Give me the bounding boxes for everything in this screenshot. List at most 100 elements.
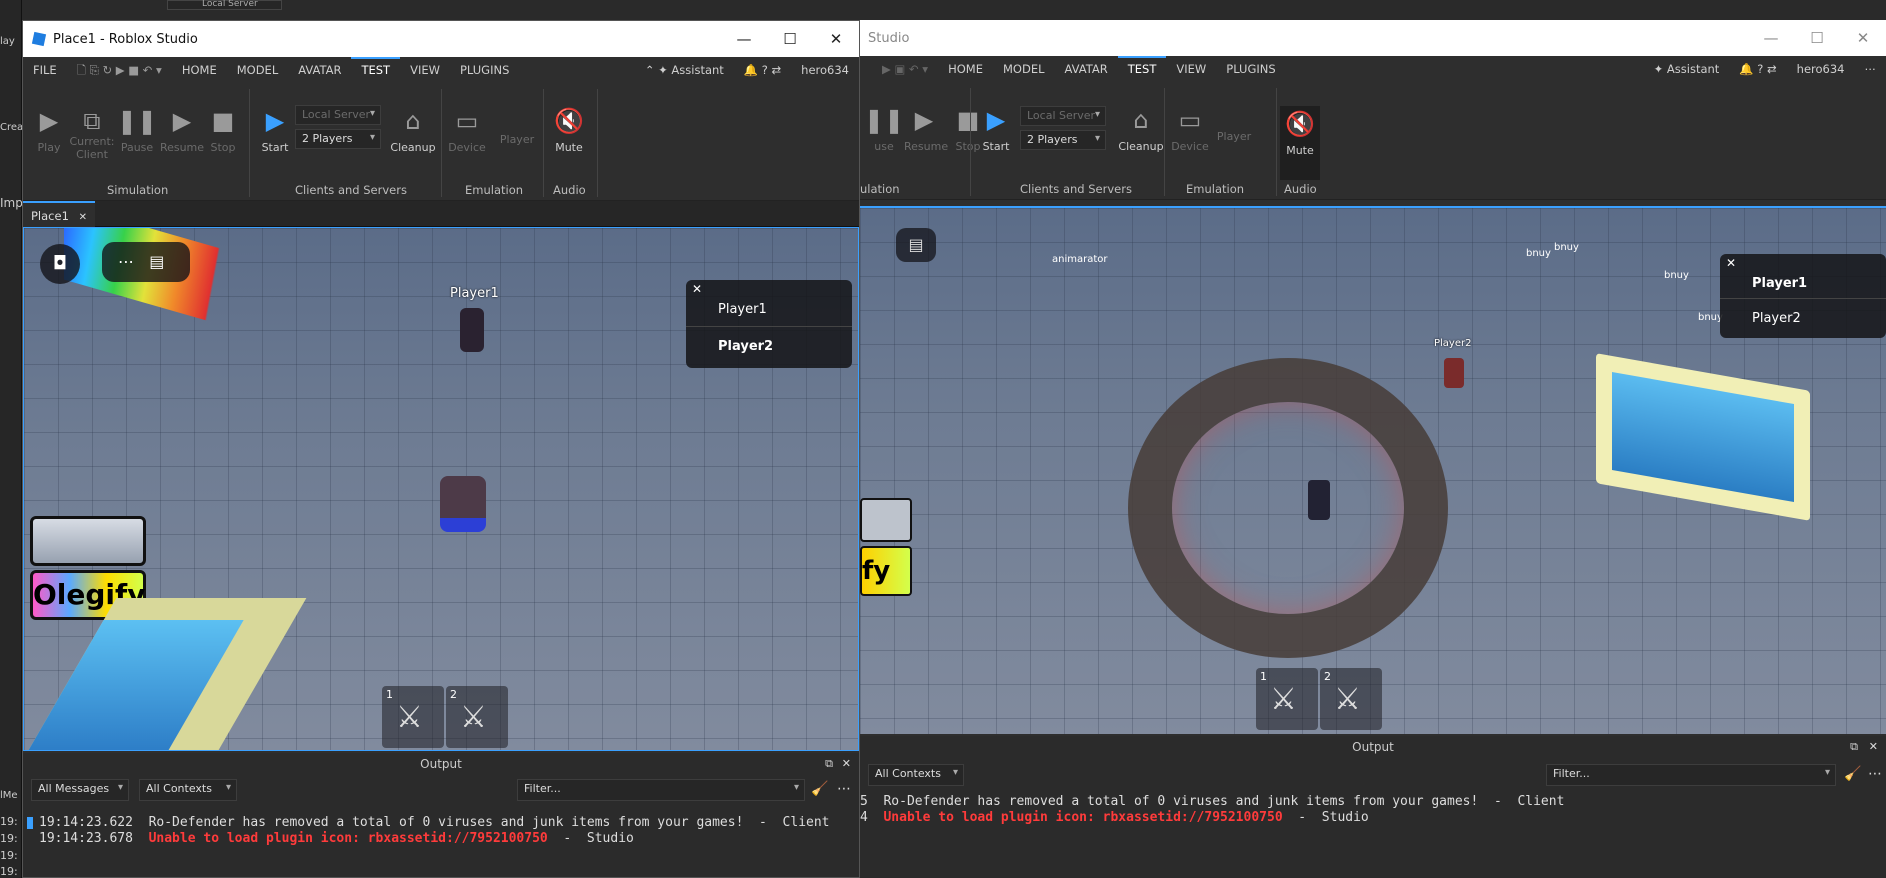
cleanup-button[interactable]: ⌂ Cleanup xyxy=(1116,106,1166,153)
contexts-filter[interactable]: All Contexts xyxy=(139,779,237,801)
player-list-item[interactable]: Player2 xyxy=(1720,298,1886,338)
server-select[interactable]: Local Server xyxy=(1020,106,1106,126)
assistant-button[interactable]: ✦ Assistant xyxy=(1644,56,1730,82)
more-icon[interactable]: ⋯ xyxy=(837,781,851,797)
hotbar-slot-1[interactable]: 1 ⚔ xyxy=(382,686,444,748)
maximize-icon[interactable]: ☐ xyxy=(1794,20,1840,56)
tab-avatar[interactable]: AVATAR xyxy=(288,57,351,83)
notification-icon[interactable]: 🔔 ? ⇄ xyxy=(1729,56,1786,82)
olegify-button[interactable]: fy xyxy=(860,546,912,596)
rat-circle xyxy=(1128,358,1448,658)
undock-icon[interactable]: ⧉ xyxy=(825,757,833,771)
user-menu[interactable]: hero634 xyxy=(1787,56,1855,82)
more-icon[interactable]: ⋯ ▤ xyxy=(102,242,190,282)
start-button[interactable]: ▶ Start xyxy=(976,106,1016,153)
hotbar-slot-1[interactable]: 1 ⚔ xyxy=(1256,668,1318,730)
tab-model[interactable]: MODEL xyxy=(993,56,1055,82)
player2-nametag: Player2 xyxy=(1434,338,1472,349)
tab-view[interactable]: VIEW xyxy=(1166,56,1216,82)
assistant-button[interactable]: ⌃ ✦ Assistant xyxy=(635,57,734,83)
tab-avatar[interactable]: AVATAR xyxy=(1055,56,1118,82)
player-button[interactable]: Player xyxy=(1214,130,1254,143)
filter-input[interactable]: Filter... xyxy=(1546,764,1836,786)
chat-icon[interactable]: ▤ xyxy=(896,228,936,262)
output-title: Output xyxy=(420,757,462,771)
bg-label: 19: xyxy=(0,865,18,878)
tab-view[interactable]: VIEW xyxy=(400,57,450,83)
sword-icon: ⚔ xyxy=(1334,682,1361,717)
mute-button[interactable]: 🔇 Mute xyxy=(1280,106,1320,180)
close-icon[interactable]: ✕ xyxy=(1869,740,1878,753)
stop-button[interactable]: ■ Stop xyxy=(203,107,243,154)
fish-image-button[interactable] xyxy=(30,516,146,566)
game-viewport[interactable]: ◘ ⋯ ▤ Player1 Olegify ✕ Player1 Player2 … xyxy=(23,227,859,751)
maximize-icon[interactable]: ☐ xyxy=(767,21,813,57)
user-menu[interactable]: hero634 xyxy=(791,57,859,83)
close-icon[interactable]: ✕ xyxy=(813,21,859,57)
group-clients-servers: Clients and Servers xyxy=(1020,182,1132,196)
quick-access-icons[interactable]: 🗋 ⎘ ↻ ▶ ■ ↶ ▾ xyxy=(67,57,172,83)
start-button[interactable]: ▶ Start xyxy=(255,107,295,154)
contexts-filter[interactable]: All Contexts xyxy=(868,764,964,786)
file-menu[interactable]: FILE xyxy=(23,57,67,83)
more-icon[interactable]: ⋯ xyxy=(1868,766,1882,782)
play-button[interactable]: ▶ Play xyxy=(29,107,69,154)
bg-label: Crea xyxy=(0,122,24,133)
output-panel: Output ⧉ ✕ All Messages All Contexts Fil… xyxy=(23,753,859,877)
players-select[interactable]: 2 Players xyxy=(295,129,381,149)
close-icon[interactable]: ✕ xyxy=(1840,20,1886,56)
device-button[interactable]: ▭ Device xyxy=(447,107,487,154)
log-line: 19:14:23.622 Ro-Defender has removed a t… xyxy=(39,815,830,830)
pause-button[interactable]: ❚❚ Pause xyxy=(117,107,157,154)
fish-image-button[interactable] xyxy=(860,498,912,542)
minimize-icon[interactable]: — xyxy=(1748,20,1794,56)
sword-icon: ⚔ xyxy=(1270,682,1297,717)
players-select[interactable]: 2 Players xyxy=(1020,130,1106,150)
roblox-menu-icon[interactable]: ◘ xyxy=(40,244,80,284)
filter-input[interactable]: Filter... xyxy=(517,779,805,801)
hotbar-slot-2[interactable]: 2 ⚔ xyxy=(446,686,508,748)
resume-button[interactable]: ▶ Resume xyxy=(159,107,205,154)
resume-button[interactable]: ▶ Resume xyxy=(904,106,948,153)
hotbar-slot-2[interactable]: 2 ⚔ xyxy=(1320,668,1382,730)
bg-label: 19: xyxy=(0,815,18,828)
clear-icon[interactable]: 🧹 xyxy=(811,781,828,797)
cleanup-button[interactable]: ⌂ Cleanup xyxy=(387,107,439,154)
menubar: FILE 🗋 ⎘ ↻ ▶ ■ ↶ ▾ HOME MODEL AVATAR TES… xyxy=(23,57,859,83)
assistant-label: Assistant xyxy=(671,63,724,77)
mute-button[interactable]: 🔇 Mute xyxy=(549,107,589,154)
notification-icon[interactable]: 🔔 ? ⇄ xyxy=(734,57,791,83)
tab-place1[interactable]: Place1 ✕ xyxy=(23,201,95,227)
player1-avatar xyxy=(460,308,484,352)
close-icon[interactable]: ✕ xyxy=(842,757,851,770)
current-client-button[interactable]: ⧉ Current: Client xyxy=(69,107,115,162)
close-icon[interactable]: ✕ xyxy=(79,212,87,223)
tab-plugins[interactable]: PLUGINS xyxy=(450,57,519,83)
player-list-item[interactable]: Player2 xyxy=(686,326,852,366)
bg-label: 19: xyxy=(0,849,18,862)
server-select[interactable]: Local Server xyxy=(295,105,381,125)
tab-model[interactable]: MODEL xyxy=(227,57,289,83)
undock-icon[interactable]: ⧉ xyxy=(1850,740,1858,754)
clear-icon[interactable]: 🧹 xyxy=(1844,766,1861,782)
bg-server-select: Local Server xyxy=(167,0,282,10)
play-small-icon[interactable]: ▶ ▣ ↶ ▾ xyxy=(860,56,938,82)
tab-test[interactable]: TEST xyxy=(351,57,401,83)
device-button[interactable]: ▭ Device xyxy=(1170,106,1210,153)
right-menubar: ▶ ▣ ↶ ▾ HOME MODEL AVATAR TEST VIEW PLUG… xyxy=(860,56,1886,82)
messages-filter[interactable]: All Messages xyxy=(31,779,129,801)
tab-home[interactable]: HOME xyxy=(938,56,993,82)
left-titlebar: Place1 - Roblox Studio — ☐ ✕ xyxy=(23,21,859,57)
tab-test[interactable]: TEST xyxy=(1117,56,1167,82)
more-icon[interactable]: ⋯ xyxy=(1855,56,1886,82)
minimize-icon[interactable]: — xyxy=(721,21,767,57)
right-game-viewport[interactable]: ▤ fy animarator bnuy bnuy bnuy bnuy Play… xyxy=(860,206,1886,734)
tab-home[interactable]: HOME xyxy=(172,57,227,83)
player1-nametag: Player1 xyxy=(450,286,499,301)
player-list-item[interactable]: Player1 xyxy=(686,290,852,330)
center-avatar xyxy=(1308,480,1330,520)
right-output-panel: Output ⧉ ✕ All Contexts Filter... 🧹 ⋯ 5 … xyxy=(860,736,1886,878)
pause-button[interactable]: ❚❚ use xyxy=(864,106,904,153)
player-button[interactable]: Player xyxy=(497,133,537,146)
tab-plugins[interactable]: PLUGINS xyxy=(1216,56,1285,82)
